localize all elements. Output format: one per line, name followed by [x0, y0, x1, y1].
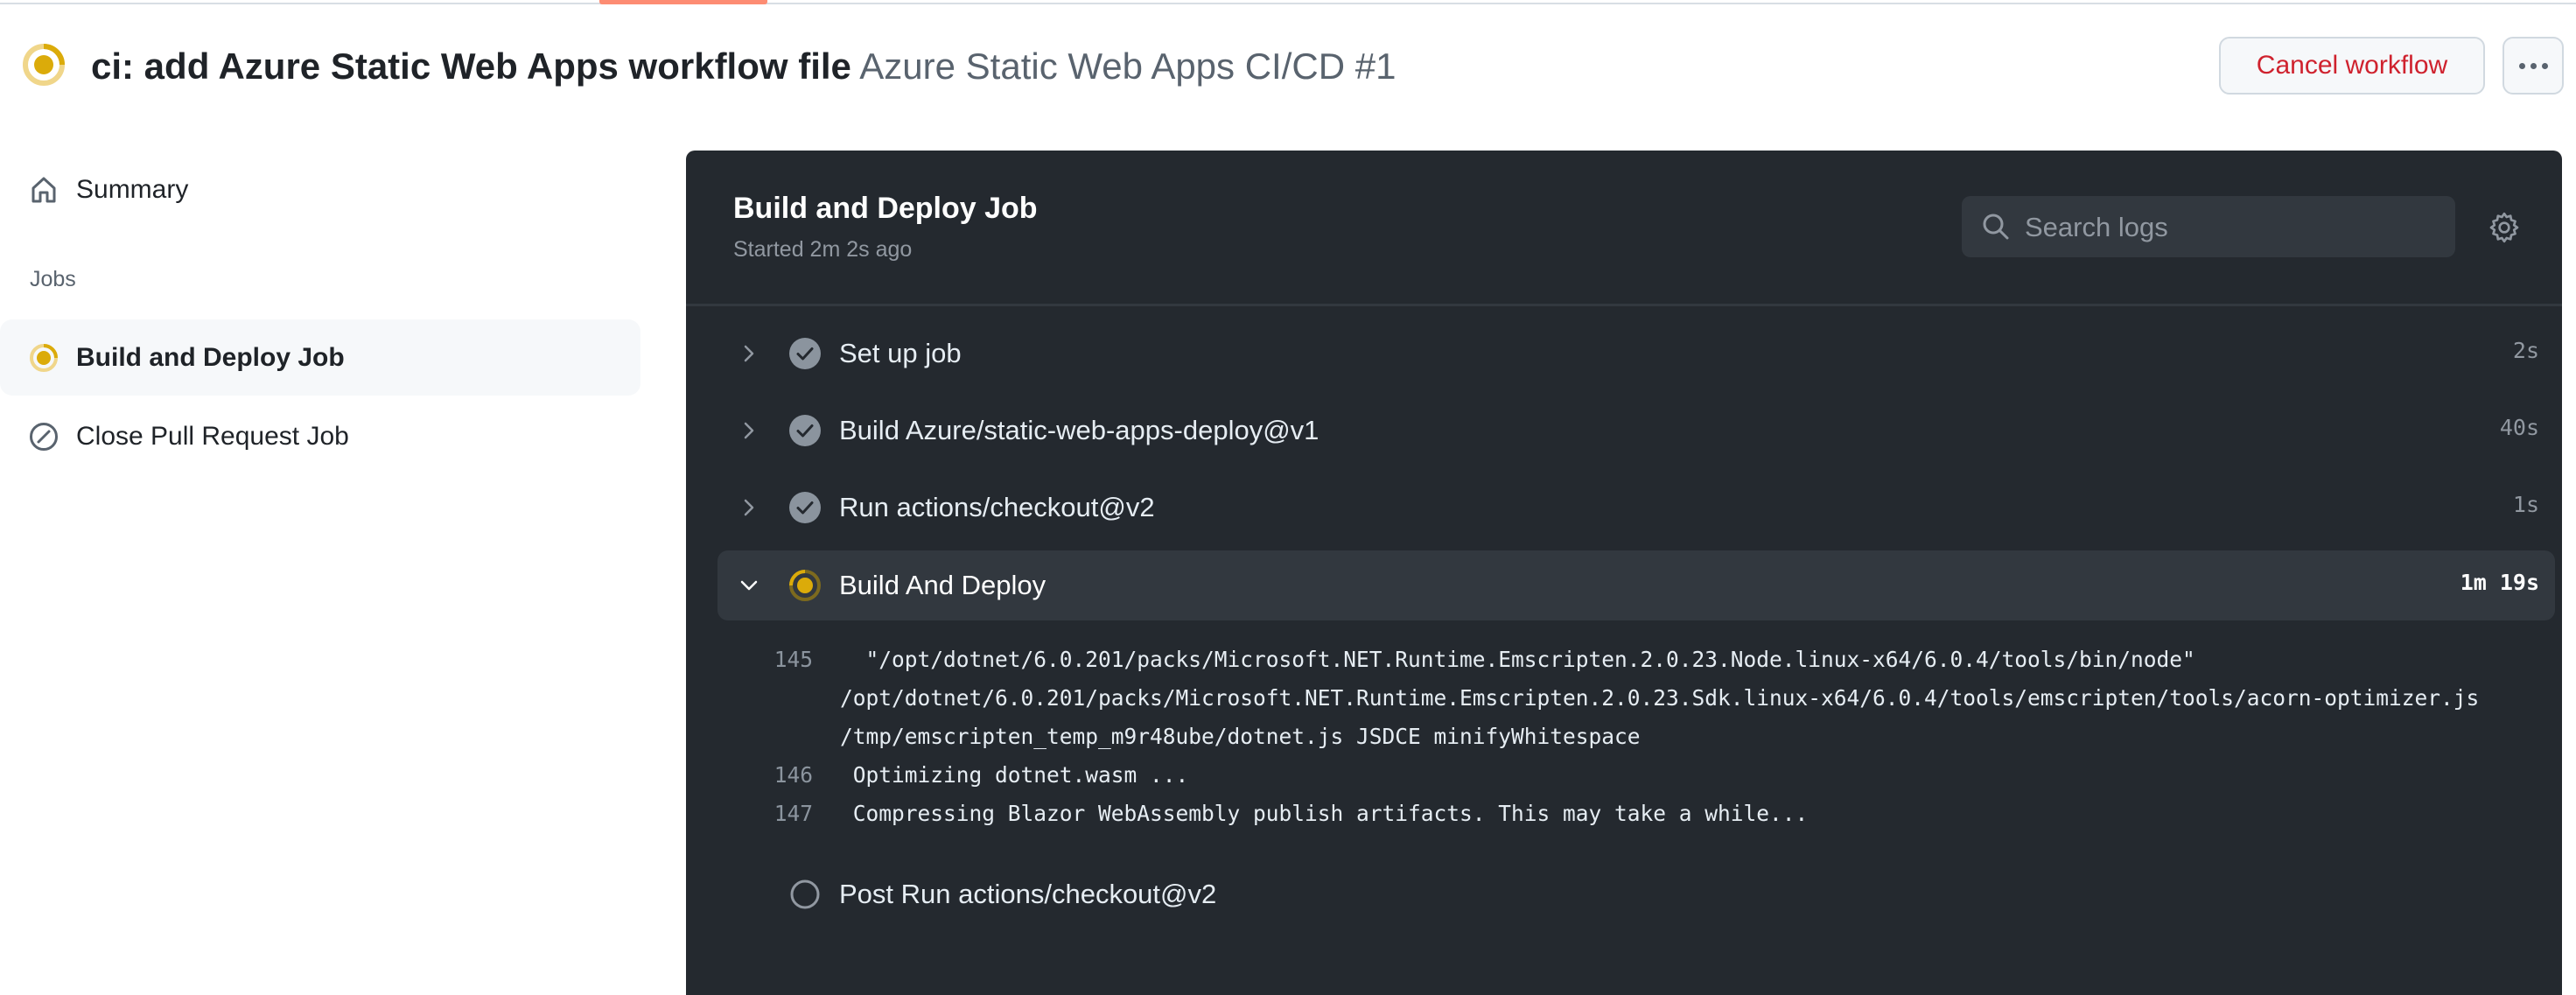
kebab-horizontal-icon [2516, 58, 2551, 74]
gear-icon[interactable] [2487, 210, 2522, 245]
pending-status-icon [790, 879, 820, 909]
log-line-number: 147 [774, 801, 813, 826]
in-progress-status-icon [789, 570, 821, 601]
step-name: Build And Deploy [839, 570, 1046, 600]
step-duration: 1s [2512, 492, 2539, 517]
workflow-run-name: Azure Static Web Apps CI/CD #1 [859, 46, 1396, 87]
log-line-number: 146 [774, 762, 813, 788]
chevron-down-icon [740, 580, 758, 591]
step-name: Run actions/checkout@v2 [839, 492, 1155, 522]
search-icon [1983, 214, 2009, 240]
sidebar-item-close-pull-request-job[interactable]: Close Pull Request Job [0, 398, 640, 474]
search-logs-field[interactable] [1962, 196, 2455, 259]
skipped-status-icon [30, 422, 58, 451]
step-name: Set up job [839, 338, 962, 368]
step-duration: 1m 19s [2460, 570, 2539, 595]
job-log-panel: Build and Deploy Job Started 2m 2s ago S… [686, 151, 2562, 995]
log-line: 146 Optimizing dotnet.wasm ... [686, 762, 2562, 797]
search-logs-input[interactable] [2023, 196, 2438, 259]
step-row-expanded[interactable]: Build And Deploy 1m 19s [718, 550, 2555, 620]
log-line-number: 145 [774, 647, 813, 672]
more-actions-button[interactable] [2502, 37, 2564, 95]
commit-title: ci: add Azure Static Web Apps workflow f… [91, 46, 851, 87]
chevron-right-icon [744, 499, 754, 516]
in-progress-status-icon [23, 44, 65, 86]
log-line: /tmp/emscripten_temp_m9r48ube/dotnet.js … [686, 724, 2562, 759]
log-line-text: /opt/dotnet/6.0.201/packs/Microsoft.NET.… [840, 685, 2480, 711]
log-line: 145 "/opt/dotnet/6.0.201/packs/Microsoft… [686, 647, 2562, 682]
log-line-text: "/opt/dotnet/6.0.201/packs/Microsoft.NET… [840, 647, 2195, 672]
top-border [0, 3, 2576, 4]
success-check-icon [789, 338, 821, 369]
log-line: /opt/dotnet/6.0.201/packs/Microsoft.NET.… [686, 685, 2562, 720]
job-title: Build and Deploy Job [733, 192, 1038, 225]
home-icon [32, 177, 56, 202]
success-check-icon [789, 492, 821, 523]
sidebar-summary-label: Summary [76, 174, 189, 204]
step-name: Build Azure/static-web-apps-deploy@v1 [839, 415, 1320, 445]
step-row[interactable]: Build Azure/static-web-apps-deploy@v1 40… [718, 396, 2555, 466]
step-duration: 40s [2499, 415, 2539, 440]
job-log-header: Build and Deploy Job Started 2m 2s ago [686, 151, 2562, 306]
chevron-right-icon [744, 345, 754, 362]
sidebar-item-summary[interactable]: Summary [0, 151, 640, 228]
step-row[interactable]: Run actions/checkout@v2 1s [718, 473, 2555, 543]
cancel-workflow-button[interactable]: Cancel workflow [2219, 37, 2485, 95]
cancel-workflow-label: Cancel workflow [2256, 51, 2448, 80]
page-title: ci: add Azure Static Web Apps workflow f… [91, 44, 1396, 89]
sidebar-item-build-and-deploy-job[interactable]: Build and Deploy Job [0, 319, 640, 396]
log-line: 147 Compressing Blazor WebAssembly publi… [686, 801, 2562, 836]
active-tab-indicator [599, 0, 767, 4]
step-duration: 2s [2512, 338, 2539, 363]
log-line-text: Optimizing dotnet.wasm ... [840, 762, 1189, 788]
step-row[interactable]: Post Run actions/checkout@v2 [718, 859, 2555, 929]
job-started-time: Started 2m 2s ago [733, 237, 913, 262]
in-progress-status-icon [30, 343, 58, 372]
step-row[interactable]: Set up job 2s [718, 319, 2555, 389]
log-line-text: Compressing Blazor WebAssembly publish a… [840, 801, 1809, 826]
jobs-heading: Jobs [30, 267, 76, 291]
sidebar-job-label: Build and Deploy Job [76, 342, 345, 372]
success-check-icon [789, 415, 821, 446]
step-name: Post Run actions/checkout@v2 [839, 879, 1217, 909]
sidebar-job-label: Close Pull Request Job [76, 421, 349, 451]
log-line-text: /tmp/emscripten_temp_m9r48ube/dotnet.js … [840, 724, 1641, 749]
chevron-right-icon [744, 422, 754, 439]
